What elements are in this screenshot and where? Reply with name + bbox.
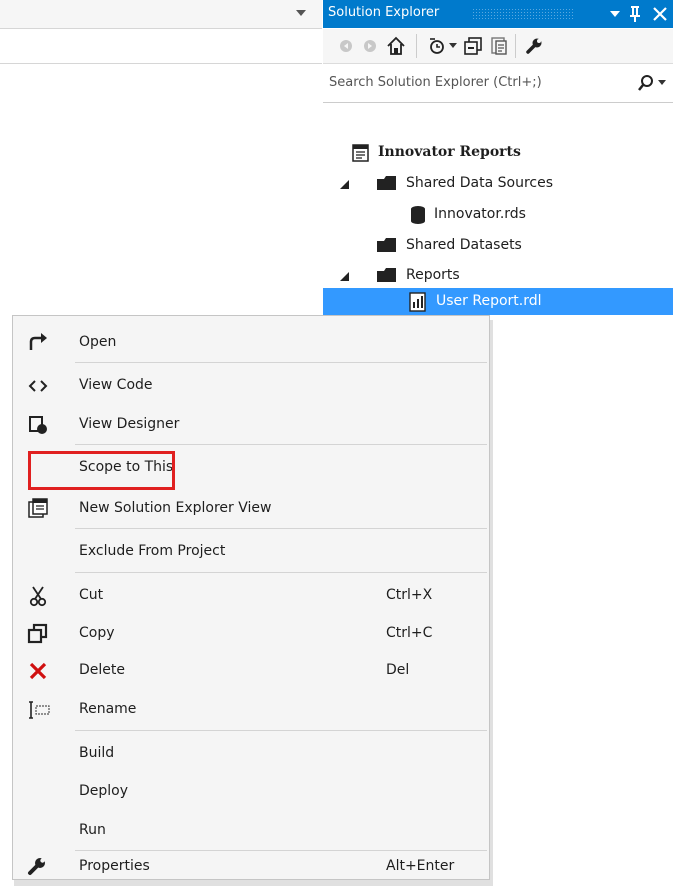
menu-item-build[interactable]: Build [13, 733, 489, 773]
menu-separator [75, 730, 487, 731]
solution-explorer-titlebar: Solution Explorer [323, 0, 673, 28]
menu-label-deploy: Deploy [79, 783, 129, 799]
solution-project-icon [351, 143, 371, 163]
menu-label-run: Run [79, 822, 106, 838]
menu-label-rename: Rename [79, 701, 137, 717]
menu-separator [75, 850, 487, 851]
solution-explorer-toolbar [323, 29, 673, 64]
tree-item-project[interactable]: Innovator Reports [323, 140, 673, 166]
code-icon [27, 375, 49, 397]
solution-explorer-search[interactable]: Search Solution Explorer (Ctrl+;) [323, 64, 673, 103]
close-icon[interactable] [653, 7, 667, 21]
deploy-highlight-box [28, 451, 175, 490]
open-arrow-icon [27, 332, 49, 354]
dropdown-arrow-icon[interactable] [449, 43, 457, 48]
toolbar-separator [515, 34, 516, 58]
menu-label-view-designer: View Designer [79, 416, 180, 432]
menu-item-run[interactable]: Run [13, 810, 489, 850]
folder-icon [376, 266, 398, 284]
database-icon [409, 205, 427, 225]
history-icon[interactable] [427, 36, 447, 56]
menu-shortcut-delete: Del [386, 662, 410, 678]
titlebar-grip[interactable] [473, 9, 573, 19]
menu-item-delete[interactable]: Delete Del [13, 650, 489, 690]
tree-label-shared-data-sources: Shared Data Sources [406, 175, 553, 191]
collapse-all-icon[interactable] [463, 36, 483, 56]
menu-shortcut-copy: Ctrl+C [386, 625, 433, 641]
pin-icon[interactable] [629, 5, 641, 23]
menu-label-build: Build [79, 745, 115, 761]
menu-item-exclude[interactable]: Exclude From Project [13, 531, 489, 571]
menu-label-exclude: Exclude From Project [79, 543, 226, 559]
dropdown-arrow-icon[interactable] [296, 10, 306, 16]
context-menu: Open View Code View Designer Scope to Th… [12, 315, 490, 880]
delete-x-icon [27, 660, 49, 682]
menu-item-new-se-view[interactable]: New Solution Explorer View [13, 488, 489, 528]
menu-item-rename[interactable]: Rename [13, 689, 489, 729]
folder-icon [376, 174, 398, 192]
menu-label-properties: Properties [79, 858, 150, 874]
tree-label-shared-datasets: Shared Datasets [406, 237, 522, 253]
menu-item-view-code[interactable]: View Code [13, 365, 489, 405]
editor-toolbar [0, 29, 322, 64]
menu-separator [75, 572, 487, 573]
tree-item-data-source-file[interactable]: Innovator.rds [323, 202, 673, 228]
menu-item-cut[interactable]: Cut Ctrl+X [13, 575, 489, 615]
wrench-icon[interactable] [525, 37, 543, 55]
dropdown-arrow-icon[interactable] [610, 11, 620, 17]
search-icon[interactable] [637, 74, 655, 92]
expand-triangle-icon[interactable] [340, 180, 349, 189]
menu-item-view-designer[interactable]: View Designer [13, 404, 489, 444]
dropdown-arrow-icon[interactable] [658, 80, 666, 85]
scissors-icon [27, 585, 49, 607]
menu-item-deploy[interactable]: Deploy [13, 771, 489, 811]
menu-label-view-code: View Code [79, 377, 153, 393]
menu-separator [75, 362, 487, 363]
solution-explorer-title: Solution Explorer [328, 5, 440, 20]
menu-item-properties[interactable]: Properties Alt+Enter [13, 852, 489, 880]
rename-icon [27, 699, 50, 721]
home-icon[interactable] [386, 36, 406, 56]
designer-icon [27, 414, 49, 436]
forward-icon[interactable] [363, 39, 377, 53]
tree-item-report-file[interactable]: User Report.rdl [323, 289, 673, 315]
show-all-files-icon[interactable] [489, 36, 509, 56]
search-input[interactable]: Search Solution Explorer (Ctrl+;) [329, 75, 542, 90]
tree-item-reports[interactable]: Reports [323, 263, 673, 289]
new-view-icon [27, 498, 49, 520]
tree-label-project: Innovator Reports [378, 144, 521, 160]
editor-tab-strip [0, 0, 322, 29]
tree-item-shared-datasets[interactable]: Shared Datasets [323, 233, 673, 259]
menu-label-cut: Cut [79, 587, 104, 603]
menu-separator [75, 444, 487, 445]
tree-label-report-file: User Report.rdl [436, 293, 542, 309]
menu-label-copy: Copy [79, 625, 115, 641]
folder-icon [376, 236, 398, 254]
menu-label-open: Open [79, 334, 117, 350]
menu-item-copy[interactable]: Copy Ctrl+C [13, 613, 489, 653]
menu-separator [75, 528, 487, 529]
tree-label-reports: Reports [406, 267, 460, 283]
back-icon[interactable] [339, 39, 353, 53]
menu-shortcut-properties: Alt+Enter [386, 858, 455, 874]
tree-item-shared-data-sources[interactable]: Shared Data Sources [323, 171, 673, 197]
menu-shortcut-cut: Ctrl+X [386, 587, 433, 603]
tree-label-data-source-file: Innovator.rds [434, 206, 526, 222]
wrench-icon [27, 856, 49, 878]
toolbar-separator [416, 34, 417, 58]
copy-icon [27, 623, 49, 645]
menu-label-new-se-view: New Solution Explorer View [79, 500, 272, 516]
report-file-icon [409, 292, 427, 312]
menu-label-delete: Delete [79, 662, 125, 678]
expand-triangle-icon[interactable] [340, 272, 349, 281]
menu-item-open[interactable]: Open [13, 322, 489, 362]
